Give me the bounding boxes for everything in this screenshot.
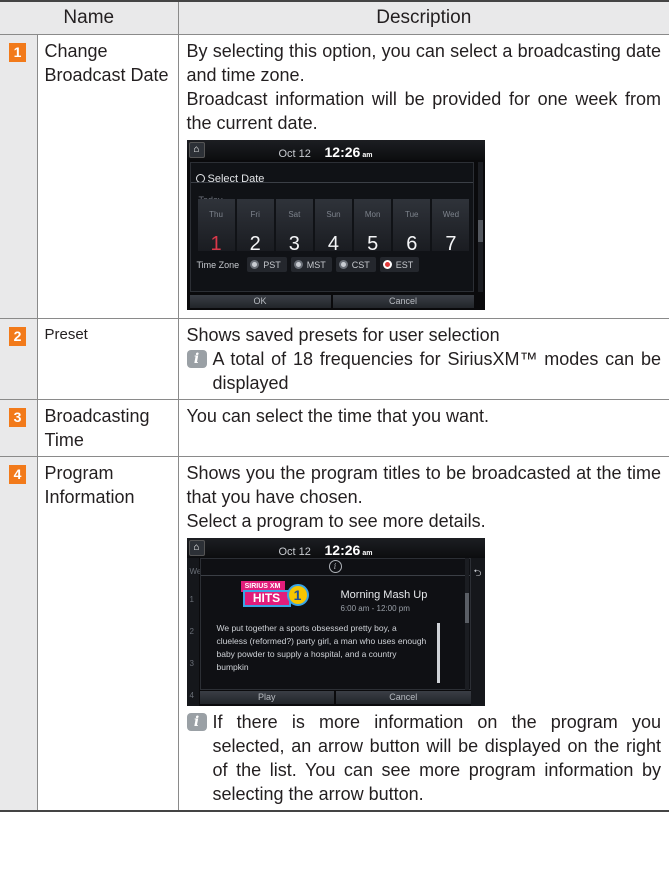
info-icon: i: [328, 559, 342, 573]
ok-button[interactable]: OK: [189, 294, 331, 308]
feature-table: Name Description 1 Change Broadcast Date…: [0, 0, 669, 812]
row-number-badge: 4: [9, 464, 26, 484]
cancel-button[interactable]: Cancel: [336, 690, 471, 704]
day-button[interactable]: Thu 1: [197, 198, 235, 255]
text-scrollbar[interactable]: [436, 622, 440, 683]
note-text: A total of 18 frequencies for SiriusXM™ …: [212, 348, 662, 393]
row-number-badge: 3: [9, 407, 26, 427]
row-description: You can select the time that you want.: [177, 398, 669, 457]
scroll-thumb[interactable]: [464, 592, 469, 623]
home-icon[interactable]: ⌂: [188, 539, 205, 556]
channel-logo: SIRIUS XM HITS 1: [240, 580, 309, 611]
description-text: Shows you the program titles to be broad…: [186, 462, 662, 507]
dialog-buttons: OK Cancel: [189, 294, 474, 308]
info-icon: i: [186, 349, 207, 368]
row-description: By selecting this option, you can select…: [177, 33, 669, 319]
info-note: i If there is more information on the pr…: [186, 710, 662, 806]
row-name: Preset: [36, 317, 179, 400]
row-name: Broadcasting Time: [36, 398, 179, 457]
dialog-buttons: Play Cancel: [199, 690, 471, 704]
zone-radio-pst[interactable]: PST: [247, 257, 287, 272]
day-button[interactable]: Mon 5: [354, 198, 392, 255]
program-time: 6:00 am - 12:00 pm: [340, 603, 410, 613]
day-selector: Thu 1 Fri 2 Sat 3 Sun 4 Mon 5 Tue 6 Wed 7: [197, 198, 470, 255]
header-description: Description: [177, 0, 669, 35]
description-text: By selecting this option, you can select…: [186, 40, 662, 85]
status-bar: ⌂ Oct 12 12:26 am: [186, 139, 485, 160]
description-text: Select a program to see more details.: [186, 510, 486, 531]
zone-radio-est[interactable]: EST: [379, 257, 420, 272]
description-text: You can select the time that you want.: [186, 405, 490, 426]
info-icon: i: [186, 712, 207, 731]
day-button[interactable]: Wed 7: [432, 198, 470, 255]
table-row: 4 Program Information Shows you the prog…: [0, 455, 669, 812]
description-text: Broadcast information will be provided f…: [186, 88, 662, 133]
cancel-button[interactable]: Cancel: [332, 294, 474, 308]
description-text: Shows saved presets for user selection: [186, 324, 500, 345]
scrollbar[interactable]: [464, 557, 469, 690]
row-name: Change Broadcast Date: [36, 33, 179, 319]
right-side-column: ⮌: [470, 557, 485, 706]
select-date-panel: Select Date Today Thu1 Fri2 Sat3 Sun4 Mo…: [189, 161, 474, 292]
time-zone-label: Time Zone: [196, 259, 240, 270]
table-row: 2 Preset Shows saved presets for user se…: [0, 317, 669, 400]
row-description: Shows you the program titles to be broad…: [177, 455, 669, 812]
list-side-column: We 1 2 3 4: [186, 557, 201, 706]
day-button[interactable]: Tue 6: [393, 198, 431, 255]
status-bar: ⌂ Oct 12 12:26 am: [186, 537, 485, 558]
row-number-badge: 1: [9, 42, 26, 62]
zone-radio-mst[interactable]: MST: [290, 257, 332, 272]
table-row: 1 Change Broadcast Date By selecting thi…: [0, 33, 669, 319]
header-name: Name: [0, 0, 179, 35]
row-number-badge: 2: [9, 326, 26, 346]
note-text: If there is more information on the prog…: [212, 711, 662, 804]
manual-page: Name Description 1 Change Broadcast Date…: [0, 0, 669, 812]
row-description: Shows saved presets for user selection i…: [177, 317, 669, 400]
program-info-panel: i SIRIUS XM HITS 1 Morning Mash Up 6:00 …: [199, 557, 471, 690]
play-button[interactable]: Play: [199, 690, 334, 704]
row-name: Program Information: [36, 455, 179, 812]
home-icon[interactable]: ⌂: [188, 141, 205, 158]
zone-radio-cst[interactable]: CST: [335, 257, 376, 272]
info-note: i A total of 18 frequencies for SiriusXM…: [186, 347, 662, 395]
program-info-screenshot: ⌂ Oct 12 12:26 am We 1 2 3 4 ⮌ i SIRIUS …: [186, 537, 485, 706]
day-button[interactable]: Fri 2: [236, 198, 274, 255]
day-button[interactable]: Sun 4: [314, 198, 353, 255]
scroll-thumb[interactable]: [477, 219, 483, 242]
program-description: We put together a sports obsessed pretty…: [216, 622, 427, 672]
select-date-screenshot: ⌂ Oct 12 12:26am Select Date Today Thu1 …: [186, 139, 485, 310]
day-button[interactable]: Sat 3: [275, 198, 313, 255]
table-header-row: Name Description: [0, 0, 669, 35]
back-icon[interactable]: ⮌: [472, 562, 484, 579]
time-zone-row: Time Zone PST MST CST EST: [197, 257, 471, 273]
table-row: 3 Broadcasting Time You can select the t…: [0, 398, 669, 457]
